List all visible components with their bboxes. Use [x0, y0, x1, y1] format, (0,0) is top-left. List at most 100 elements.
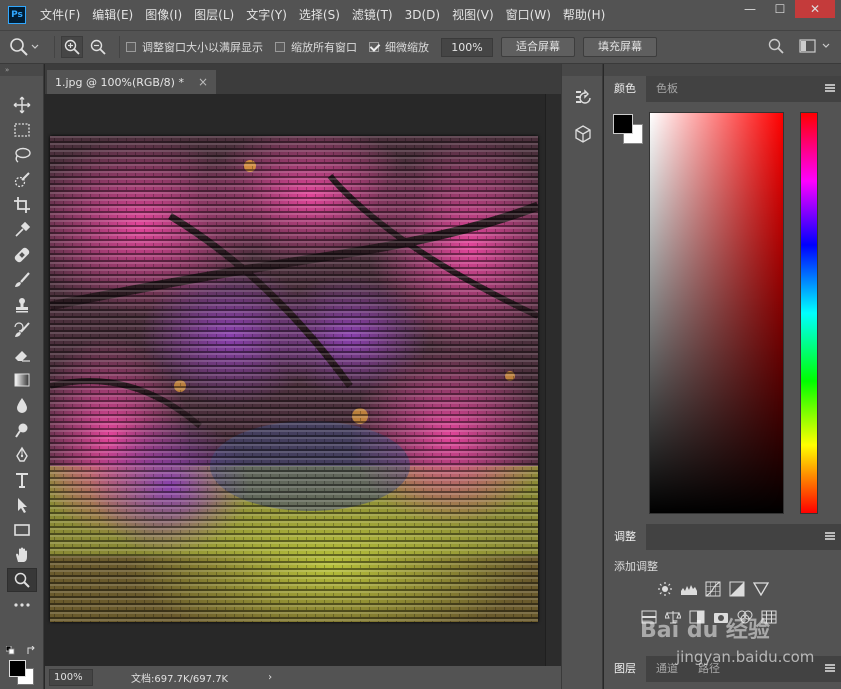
zoom-out-button[interactable]: [87, 36, 109, 58]
zoom-in-button[interactable]: [61, 36, 83, 58]
edit-toolbar-button[interactable]: [7, 593, 37, 617]
checkbox-unchecked[interactable]: [275, 42, 285, 52]
crop-icon: [14, 197, 30, 213]
watermark-brand: Bai du 经验: [640, 618, 770, 643]
hand-icon: [16, 547, 27, 562]
color-panel-tabs: 颜色 色板: [604, 76, 841, 102]
type-tool[interactable]: [7, 468, 37, 492]
right-dock-handle[interactable]: [604, 64, 841, 76]
menu-edit[interactable]: 编辑(E): [86, 0, 139, 30]
exposure-button[interactable]: [726, 580, 748, 598]
curves-button[interactable]: [702, 580, 724, 598]
vibrance-button[interactable]: [750, 580, 772, 598]
menu-filter[interactable]: 滤镜(T): [346, 0, 399, 30]
collapse-handle[interactable]: »: [0, 64, 43, 76]
lasso-icon: [15, 147, 31, 163]
canvas[interactable]: [45, 94, 545, 666]
marquee-tool[interactable]: [7, 118, 37, 142]
tab-layers[interactable]: 图层: [604, 656, 646, 682]
path-selection-tool[interactable]: [7, 493, 37, 517]
blur-tool[interactable]: [7, 393, 37, 417]
hand-tool[interactable]: [7, 543, 37, 567]
menu-window[interactable]: 窗口(W): [500, 0, 557, 30]
menu-bar: Ps 文件(F) 编辑(E) 图像(I) 图层(L) 文字(Y) 选择(S) 滤…: [0, 0, 841, 30]
menu-type[interactable]: 文字(Y): [240, 0, 293, 30]
workspace-icon[interactable]: [799, 39, 817, 53]
quick-selection-tool[interactable]: [7, 168, 37, 192]
options-right-group: [767, 37, 831, 55]
menu-view[interactable]: 视图(V): [446, 0, 500, 30]
eraser-icon: [15, 351, 30, 362]
checkbox-checked[interactable]: [369, 42, 379, 52]
swap-colors-icon[interactable]: [26, 646, 36, 656]
zoom-percent-field[interactable]: 100%: [441, 37, 493, 57]
fit-screen-button[interactable]: 适合屏幕: [501, 37, 575, 57]
move-tool[interactable]: [7, 93, 37, 117]
right-panels: 颜色 色板 调整 添加调整 图层 通道 路径: [604, 64, 841, 689]
zoom-all-windows-checkbox[interactable]: 缩放所有窗口: [275, 39, 357, 55]
history-panel-button[interactable]: [569, 84, 597, 112]
checkbox-unchecked[interactable]: [126, 42, 136, 52]
status-menu-arrow[interactable]: ›: [268, 672, 272, 683]
eyedropper-tool[interactable]: [7, 218, 37, 242]
close-button[interactable]: ✕: [795, 0, 835, 18]
dock-collapse-handle[interactable]: [562, 64, 602, 76]
fill-screen-button[interactable]: 填充屏幕: [583, 37, 657, 57]
minimize-button[interactable]: —: [735, 0, 765, 18]
zoom-tool[interactable]: [7, 568, 37, 592]
foreground-swatch[interactable]: [613, 114, 633, 134]
bandage-icon: [14, 247, 30, 263]
scrubby-zoom-checkbox[interactable]: 细微缩放: [369, 39, 429, 55]
foreground-color[interactable]: [9, 660, 26, 677]
hue-slider[interactable]: [800, 112, 818, 514]
history-brush-tool[interactable]: [7, 318, 37, 342]
vertical-scrollbar[interactable]: [545, 94, 561, 666]
brush-tool[interactable]: [7, 268, 37, 292]
tab-swatches[interactable]: 色板: [646, 76, 688, 102]
menu-select[interactable]: 选择(S): [293, 0, 346, 30]
3d-panel-button[interactable]: [569, 120, 597, 148]
status-bar: 100% 文档:697.7K/697.7K ›: [45, 666, 561, 689]
chevron-down-icon: [31, 44, 39, 49]
rectangle-tool[interactable]: [7, 518, 37, 542]
healing-brush-tool[interactable]: [7, 243, 37, 267]
image-artwork[interactable]: [50, 136, 538, 622]
levels-button[interactable]: [678, 580, 700, 598]
crop-tool[interactable]: [7, 193, 37, 217]
tool-preset-picker[interactable]: [8, 36, 40, 58]
search-icon[interactable]: [767, 37, 785, 55]
gradient-tool[interactable]: [7, 368, 37, 392]
resize-windows-checkbox[interactable]: 调整窗口大小以满屏显示: [126, 39, 263, 55]
panel-menu-icon[interactable]: [825, 532, 835, 540]
eraser-tool[interactable]: [7, 343, 37, 367]
status-zoom-field[interactable]: 100%: [49, 669, 93, 686]
panel-menu-icon[interactable]: [825, 84, 835, 92]
tab-adjustments[interactable]: 调整: [604, 524, 646, 550]
document-tab[interactable]: 1.jpg @ 100%(RGB/8) * ×: [47, 70, 217, 94]
drop-icon: [17, 398, 27, 413]
adjustment-row-1: [654, 580, 841, 598]
menu-help[interactable]: 帮助(H): [557, 0, 611, 30]
menu-layer[interactable]: 图层(L): [188, 0, 240, 30]
brush-icon: [15, 272, 30, 287]
color-swatches[interactable]: [6, 646, 40, 686]
document-size-info: 文档:697.7K/697.7K: [131, 674, 229, 685]
close-tab-icon[interactable]: ×: [198, 75, 208, 89]
menu-3d[interactable]: 3D(D): [399, 0, 446, 30]
brightness-contrast-button[interactable]: [654, 580, 676, 598]
menu-image[interactable]: 图像(I): [139, 0, 188, 30]
scrubby-zoom-label: 细微缩放: [385, 41, 429, 54]
lasso-tool[interactable]: [7, 143, 37, 167]
dodge-tool[interactable]: [7, 418, 37, 442]
maximize-button[interactable]: ☐: [765, 0, 795, 18]
clone-stamp-tool[interactable]: [7, 293, 37, 317]
zoom-out-icon: [90, 39, 106, 55]
pen-tool[interactable]: [7, 443, 37, 467]
panel-menu-icon[interactable]: [825, 664, 835, 672]
chevron-down-icon[interactable]: [821, 41, 831, 51]
saturation-brightness-field[interactable]: [649, 112, 784, 514]
tab-color[interactable]: 颜色: [604, 76, 646, 102]
default-colors-icon[interactable]: [6, 646, 16, 656]
menu-file[interactable]: 文件(F): [34, 0, 86, 30]
quick-select-icon: [14, 172, 30, 188]
